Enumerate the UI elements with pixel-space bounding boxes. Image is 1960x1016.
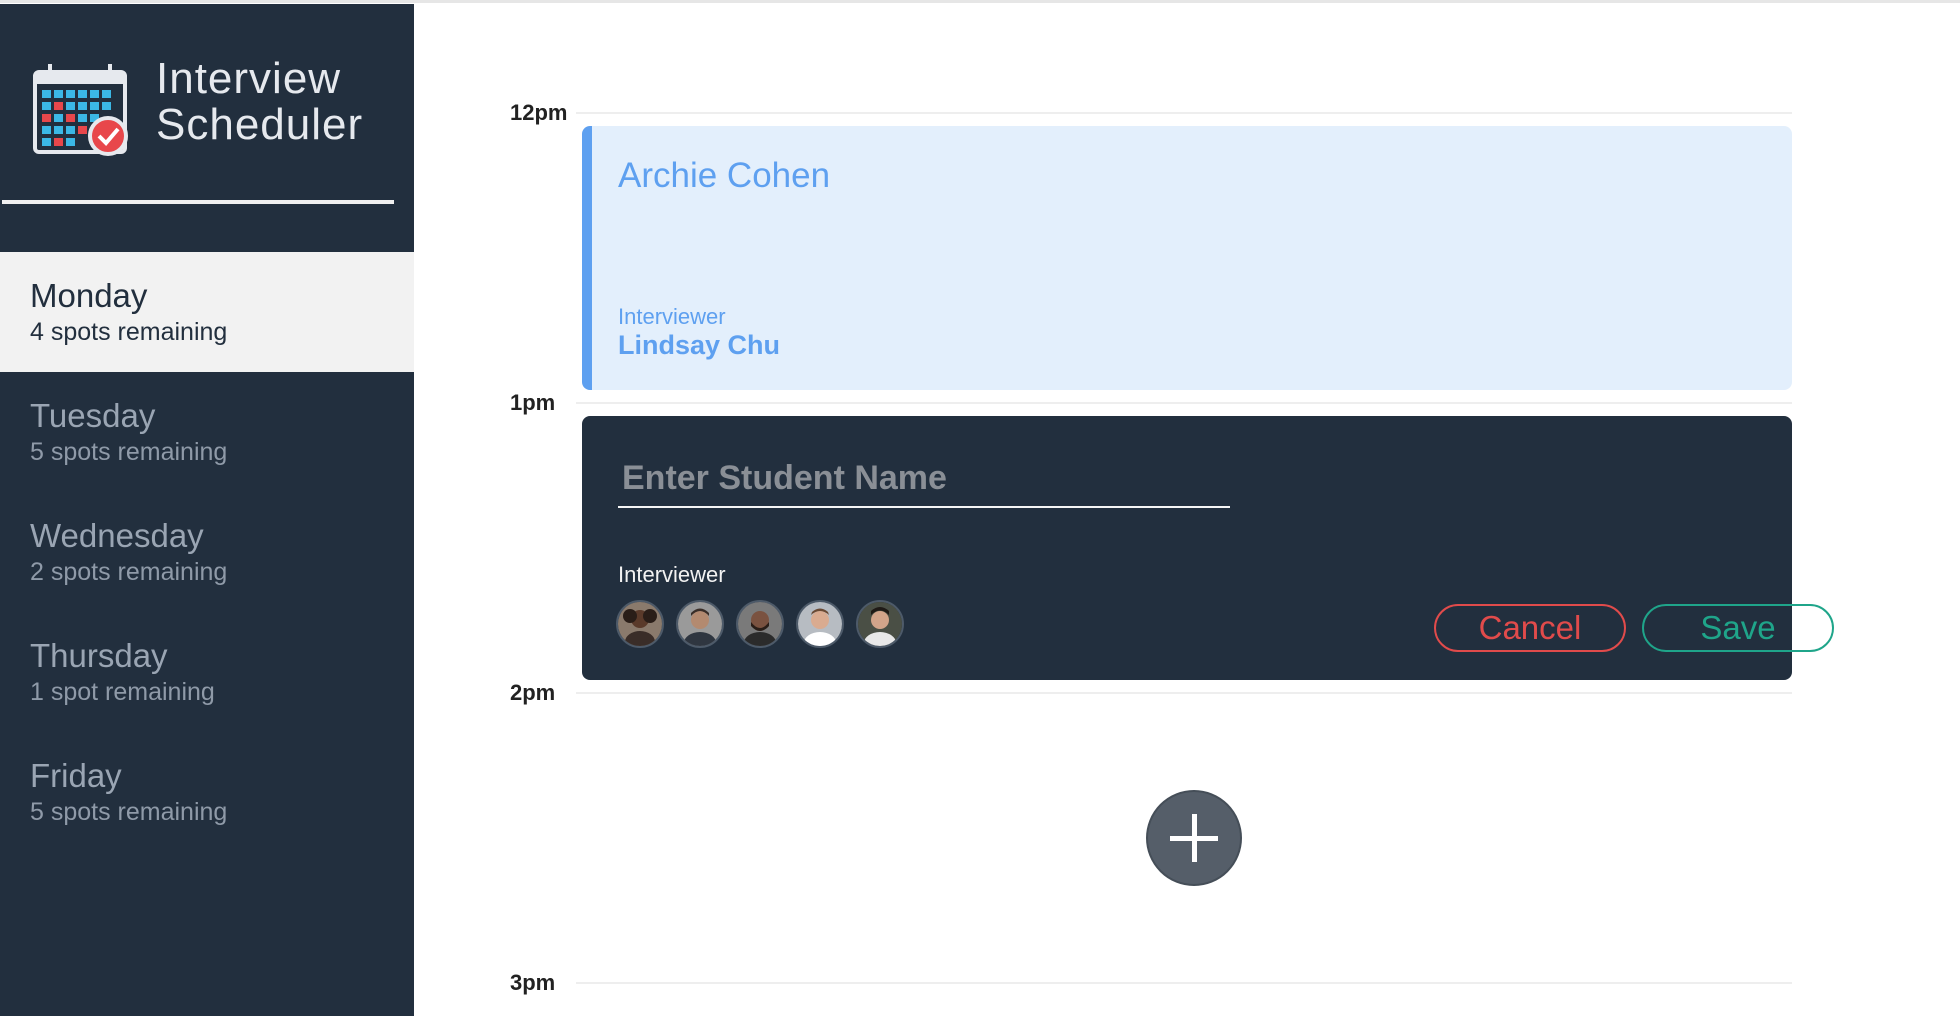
add-appointment-button[interactable] [1146,790,1242,886]
day-list: Monday 4 spots remaining Tuesday 5 spots… [0,252,414,852]
day-spots: 4 spots remaining [30,318,228,346]
interviewer-avatar-3[interactable] [736,600,784,648]
hour-line [576,692,1792,694]
day-name: Friday [30,757,122,794]
app-title-line1: Interview [156,54,342,103]
day-item-tuesday[interactable]: Tuesday 5 spots remaining [0,372,414,492]
day-item-wednesday[interactable]: Wednesday 2 spots remaining [0,492,414,612]
time-label-2pm: 2pm [510,680,556,705]
hour-line [576,402,1792,404]
day-item-thursday[interactable]: Thursday 1 spot remaining [0,612,414,732]
interviewer-avatar-5[interactable] [856,600,904,648]
interviewer-name: Lindsay Chu [618,330,781,360]
sidebar: Interview Scheduler Monday 4 spots remai… [0,4,414,1016]
day-name: Thursday [30,637,168,674]
day-name: Tuesday [30,397,156,434]
time-label-12pm: 12pm [510,100,568,125]
time-label-3pm: 3pm [510,970,556,995]
day-name: Monday [30,277,148,314]
day-item-monday[interactable]: Monday 4 spots remaining [0,252,414,372]
app-title-line2: Scheduler [156,100,364,149]
interviewer-avatar-1[interactable] [616,600,664,648]
interviewer-list [616,600,904,648]
schedule: 12pm Archie Cohen Interviewer Lindsay Ch… [414,0,1960,1016]
interviewer-avatar-4[interactable] [796,600,844,648]
hour-line [576,982,1792,984]
plus-icon [1170,814,1218,862]
day-spots: 1 spot remaining [30,678,215,706]
time-label-1pm: 1pm [510,390,556,415]
calendar-check-icon [33,64,128,156]
day-spots: 5 spots remaining [30,438,228,466]
hour-line [576,112,1792,114]
app: Interview Scheduler Monday 4 spots remai… [0,0,1960,1016]
app-title: Interview Scheduler [156,56,363,148]
brand: Interview Scheduler [32,56,392,160]
day-spots: 5 spots remaining [30,798,228,826]
cancel-button[interactable]: Cancel [1434,604,1626,652]
day-name: Wednesday [30,517,204,554]
appointment-booked[interactable]: Archie Cohen Interviewer Lindsay Chu [582,126,1792,390]
sidebar-divider [2,200,394,204]
save-button[interactable]: Save [1642,604,1834,652]
appointment-form: Interviewer Cancel Save [582,416,1834,680]
interviewer-avatar-2[interactable] [676,600,724,648]
interviewer-label: Interviewer [618,562,726,587]
day-item-friday[interactable]: Friday 5 spots remaining [0,732,414,852]
student-name-input[interactable] [618,446,1230,508]
student-name: Archie Cohen [618,156,831,195]
day-spots: 2 spots remaining [30,558,228,586]
interviewer-label: Interviewer [618,304,726,329]
